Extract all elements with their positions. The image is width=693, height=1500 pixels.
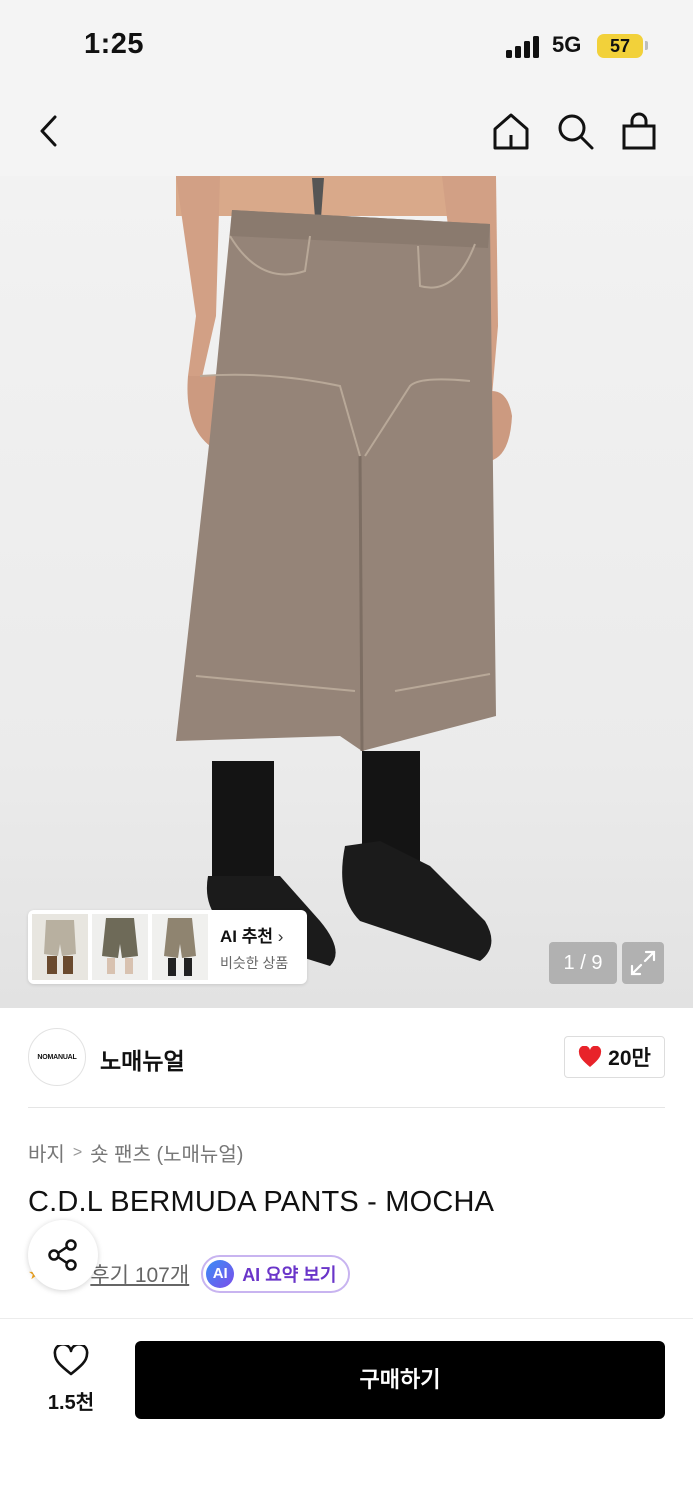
battery-icon: 57 — [597, 34, 643, 58]
breadcrumb-item[interactable]: 바지 — [28, 1138, 65, 1167]
wishlist-count: 1.5천 — [47, 1392, 95, 1414]
bottom-bar: 1.5천 구매하기 — [0, 1318, 693, 1500]
brand-logo[interactable]: NOMANUAL — [28, 1028, 86, 1086]
brand-like-count: 20만 — [608, 1047, 651, 1070]
chevron-right-icon: > — [72, 1143, 83, 1161]
divider — [28, 1107, 665, 1108]
product-image-gallery[interactable]: AI 추천 › 비슷한 상품 1 / 9 — [0, 176, 693, 1008]
brand-row[interactable]: NOMANUAL 노매뉴얼 20만 — [28, 1028, 665, 1086]
ai-recommend-text[interactable]: AI 추천 › 비슷한 상품 — [220, 922, 288, 973]
search-button[interactable] — [552, 108, 598, 154]
ai-summary-button[interactable]: AI AI 요약 보기 — [201, 1255, 351, 1293]
ai-recommend-title: AI 추천 — [220, 926, 274, 946]
expand-icon — [630, 950, 656, 976]
chevron-right-icon: › — [277, 926, 284, 946]
top-nav — [0, 92, 693, 176]
status-bar: 1:25 5G 57 — [0, 0, 693, 92]
brand-name[interactable]: 노매뉴얼 — [100, 1042, 185, 1076]
similar-item-thumbnail[interactable] — [152, 914, 208, 980]
network-label: 5G — [552, 32, 582, 57]
share-icon — [48, 1239, 77, 1271]
chevron-left-icon — [40, 115, 57, 147]
image-pager: 1 / 9 — [549, 942, 617, 984]
heart-outline-icon — [53, 1343, 89, 1376]
home-button[interactable] — [488, 108, 534, 154]
product-photo — [176, 176, 512, 966]
wishlist-button[interactable]: 1.5천 — [36, 1343, 106, 1415]
heart-filled-icon — [579, 1046, 602, 1067]
product-title: C.D.L BERMUDA PANTS - MOCHA — [28, 1186, 495, 1218]
ai-summary-label: AI 요약 보기 — [242, 1265, 337, 1285]
breadcrumb-item[interactable]: 숏 팬츠 (노매뉴얼) — [90, 1138, 243, 1167]
ai-recommend-strip[interactable]: AI 추천 › 비슷한 상품 — [28, 910, 307, 984]
reviews-link[interactable]: 후기 107개 — [90, 1259, 189, 1289]
signal-icon — [506, 36, 544, 58]
share-button[interactable] — [28, 1220, 98, 1290]
search-icon — [558, 114, 594, 150]
back-button[interactable] — [26, 108, 72, 154]
brand-like-button[interactable]: 20만 — [564, 1036, 665, 1078]
status-time: 1:25 — [84, 28, 145, 60]
battery-tip — [645, 41, 648, 50]
expand-image-button[interactable] — [622, 942, 664, 984]
shopping-bag-icon — [622, 112, 656, 150]
buy-button[interactable]: 구매하기 — [135, 1341, 665, 1419]
similar-item-thumbnail[interactable] — [32, 914, 88, 980]
ai-recommend-subtitle: 비슷한 상품 — [220, 954, 289, 971]
home-icon — [493, 113, 529, 150]
cart-button[interactable] — [616, 108, 662, 154]
similar-item-thumbnail[interactable] — [92, 914, 148, 980]
breadcrumb: 바지 > 숏 팬츠 (노매뉴얼) — [28, 1138, 243, 1167]
ai-badge-icon: AI — [206, 1260, 235, 1288]
